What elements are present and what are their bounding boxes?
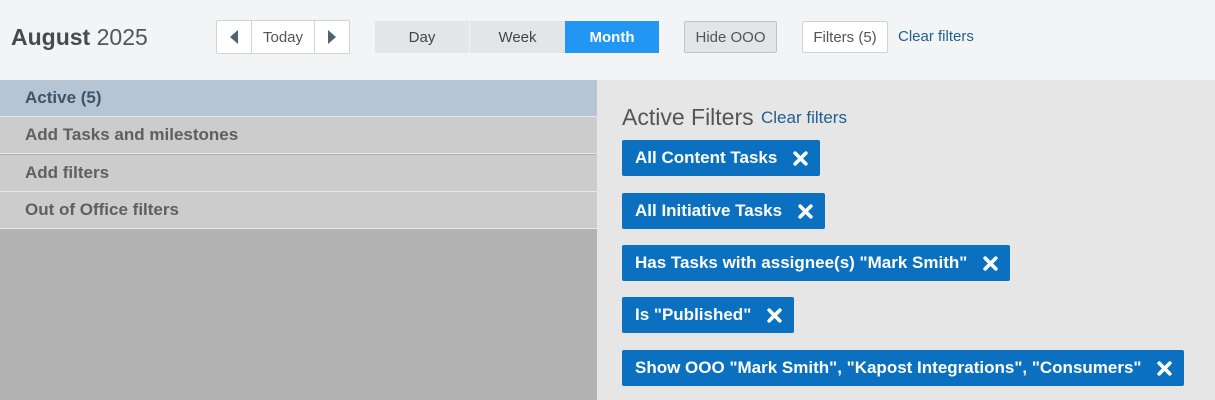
hide-ooo-button[interactable]: Hide OOO <box>684 21 777 53</box>
filter-chip-label: Is "Published" <box>635 305 752 324</box>
sidebar-item-label: Add Tasks and milestones <box>25 125 239 144</box>
filter-chip: Show OOO "Mark Smith", "Kapost Integrati… <box>622 350 1185 386</box>
close-x-icon[interactable] <box>792 150 809 167</box>
filter-chip: Is "Published" <box>622 297 795 333</box>
filter-chip-label: Has Tasks with assignee(s) "Mark Smith" <box>635 253 968 272</box>
clear-filters-link[interactable]: Clear filters <box>898 28 974 46</box>
filter-chip-label: All Initiative Tasks <box>635 201 783 220</box>
close-x-icon[interactable] <box>766 307 783 324</box>
close-x-icon[interactable] <box>982 255 999 272</box>
next-button[interactable] <box>315 21 349 53</box>
filter-sidebar: Active (5) Add Tasks and milestones Add … <box>0 80 604 400</box>
month-label: August <box>11 24 91 50</box>
filters-button[interactable]: Filters (5) <box>802 21 888 53</box>
view-day-button[interactable]: Day <box>375 21 469 53</box>
filter-chip: All Content Tasks <box>622 140 821 176</box>
sidebar-item-label: Add filters <box>25 163 110 182</box>
sidebar-item-ooo-filters[interactable]: Out of Office filters <box>0 192 597 229</box>
month-year-title: August 2025 <box>11 22 148 52</box>
filter-chip: Has Tasks with assignee(s) "Mark Smith" <box>622 245 1011 281</box>
previous-button[interactable] <box>217 21 251 53</box>
sidebar-item-label: Active (5) <box>25 88 102 107</box>
sidebar-item-label: Out of Office filters <box>25 200 179 219</box>
sidebar-item-add-tasks[interactable]: Add Tasks and milestones <box>0 117 597 154</box>
close-x-icon[interactable] <box>1156 360 1173 377</box>
active-filters-title: Active Filters <box>622 104 754 130</box>
calendar-toolbar: August 2025 Today Day Week Month Hide OO… <box>0 0 1215 80</box>
year-label: 2025 <box>96 24 148 50</box>
close-x-icon[interactable] <box>797 203 814 220</box>
today-button[interactable]: Today <box>251 21 315 53</box>
view-week-button[interactable]: Week <box>469 21 565 53</box>
active-filters-panel: Active Filters Clear filters All Content… <box>597 80 1215 400</box>
caret-right-icon <box>327 30 336 44</box>
date-navigation: Today <box>216 20 350 54</box>
sidebar-item-active[interactable]: Active (5) <box>0 80 604 117</box>
filter-chip: All Initiative Tasks <box>622 193 826 229</box>
caret-left-icon <box>230 30 239 44</box>
active-filters-clear-link[interactable]: Clear filters <box>761 108 847 128</box>
filter-chip-label: All Content Tasks <box>635 148 778 167</box>
view-month-button[interactable]: Month <box>565 21 659 53</box>
filter-chip-label: Show OOO "Mark Smith", "Kapost Integrati… <box>635 358 1142 377</box>
view-switcher: Day Week Month <box>375 21 659 53</box>
sidebar-item-add-filters[interactable]: Add filters <box>0 155 597 192</box>
